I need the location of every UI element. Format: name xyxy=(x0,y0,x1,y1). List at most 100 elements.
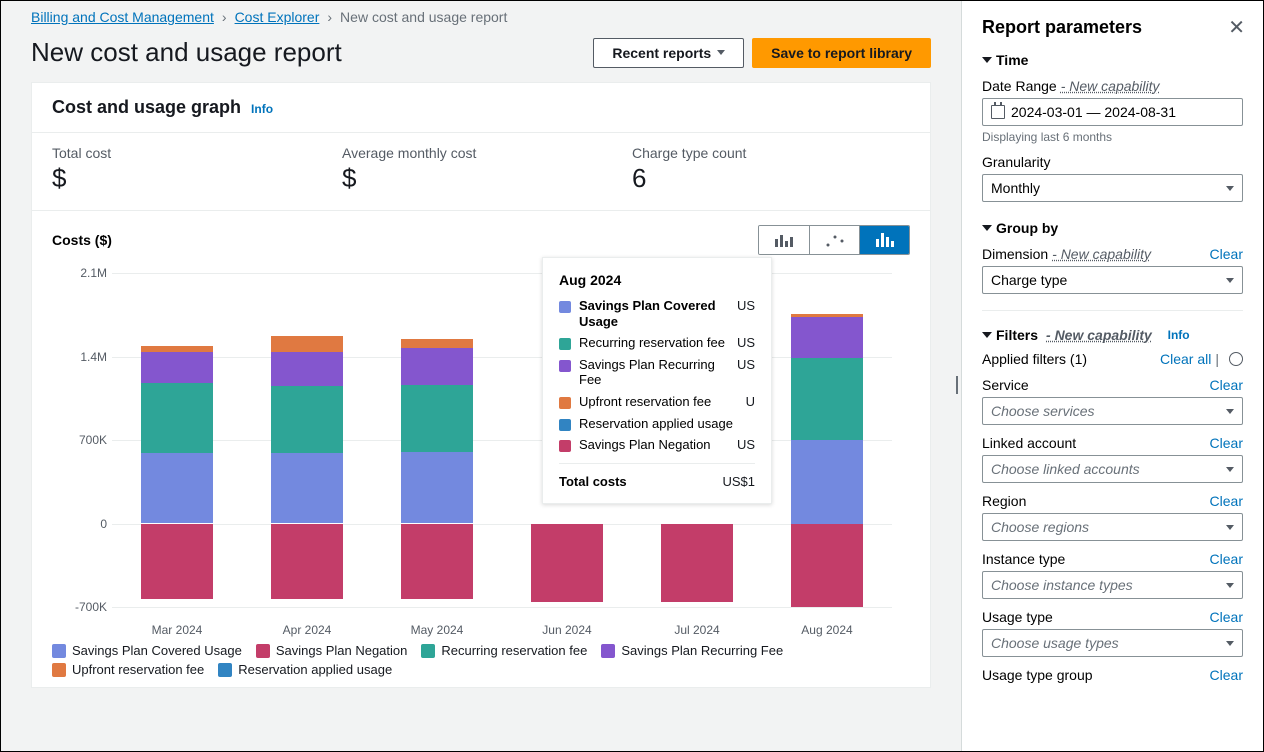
bar-segment xyxy=(791,524,863,608)
filter-select[interactable]: Choose regions xyxy=(982,513,1243,541)
legend-label: Savings Plan Covered Usage xyxy=(72,643,242,658)
filter-clear-link[interactable]: Clear xyxy=(1210,609,1243,625)
bar-column[interactable] xyxy=(372,273,502,607)
filter-clear-link[interactable]: Clear xyxy=(1210,667,1243,683)
breadcrumb-root-link[interactable]: Billing and Cost Management xyxy=(31,9,214,25)
chart-plot[interactable]: Aug 2024 Savings Plan Covered UsageUSRec… xyxy=(52,257,892,637)
x-tick-label: Jul 2024 xyxy=(632,623,762,637)
new-capability-badge: - New capability xyxy=(1052,246,1151,262)
dimension-label: Dimension xyxy=(982,246,1048,262)
filter-select[interactable]: Choose usage types xyxy=(982,629,1243,657)
breadcrumb-mid-link[interactable]: Cost Explorer xyxy=(235,9,320,25)
page-title: New cost and usage report xyxy=(31,37,593,68)
group-by-section-toggle[interactable]: Group by xyxy=(982,220,1243,236)
bar-segment xyxy=(791,358,863,440)
bar-column[interactable] xyxy=(112,273,242,607)
swatch-icon xyxy=(421,644,435,658)
caret-down-icon xyxy=(1226,525,1234,530)
tooltip-row-label: Reservation applied usage xyxy=(579,416,747,432)
stacked-bar-button[interactable] xyxy=(859,226,909,254)
swatch-icon xyxy=(256,644,270,658)
bar-segment xyxy=(271,524,343,599)
legend-label: Upfront reservation fee xyxy=(72,662,204,677)
legend-label: Savings Plan Negation xyxy=(276,643,408,658)
swatch-icon xyxy=(559,419,571,431)
swatch-icon xyxy=(559,397,571,409)
new-capability-badge: - New capability xyxy=(1046,327,1152,343)
bar-segment xyxy=(531,524,603,603)
swatch-icon xyxy=(52,663,66,677)
date-range-input[interactable]: 2024-03-01 — 2024-08-31 xyxy=(982,98,1243,126)
line-chart-button[interactable] xyxy=(809,226,859,254)
filter-clear-link[interactable]: Clear xyxy=(1210,493,1243,509)
bar-chart-button[interactable] xyxy=(759,226,809,254)
chart-tooltip: Aug 2024 Savings Plan Covered UsageUSRec… xyxy=(542,257,772,504)
tooltip-row-value: US xyxy=(737,437,755,452)
bar-segment xyxy=(401,385,473,452)
bar-segment xyxy=(791,314,863,318)
tooltip-row-value: U xyxy=(746,394,755,409)
dimension-select[interactable]: Charge type xyxy=(982,266,1243,294)
date-range-label: Date Range xyxy=(982,78,1057,94)
filter-clear-link[interactable]: Clear xyxy=(1210,551,1243,567)
bar-segment xyxy=(141,524,213,599)
recent-reports-button[interactable]: Recent reports xyxy=(593,38,744,68)
filter-select[interactable]: Choose services xyxy=(982,397,1243,425)
swatch-icon xyxy=(218,663,232,677)
bar-segment xyxy=(271,386,343,453)
time-section-toggle[interactable]: Time xyxy=(982,52,1243,68)
y-tick-label: 1.4M xyxy=(52,350,107,364)
gear-icon[interactable] xyxy=(1229,352,1243,366)
legend-item[interactable]: Upfront reservation fee xyxy=(52,662,204,677)
kpi-label: Charge type count xyxy=(632,145,882,161)
filters-info-link[interactable]: Info xyxy=(1168,328,1190,342)
bar-column[interactable] xyxy=(242,273,372,607)
legend-item[interactable]: Savings Plan Recurring Fee xyxy=(601,643,783,658)
legend-item[interactable]: Savings Plan Covered Usage xyxy=(52,643,242,658)
save-to-library-button[interactable]: Save to report library xyxy=(752,38,931,68)
date-range-hint: Displaying last 6 months xyxy=(982,130,1243,144)
breadcrumb: Billing and Cost Management › Cost Explo… xyxy=(1,1,961,33)
tooltip-row-label: Savings Plan Covered Usage xyxy=(579,298,729,329)
report-parameters-panel: Report parameters ✕ Time Date Range - Ne… xyxy=(961,1,1263,751)
caret-down-icon xyxy=(717,50,725,55)
card-title: Cost and usage graph xyxy=(52,97,241,118)
kpi-label: Average monthly cost xyxy=(342,145,592,161)
clear-all-link[interactable]: Clear all xyxy=(1160,351,1211,367)
y-tick-label: 2.1M xyxy=(52,266,107,280)
bar-column[interactable] xyxy=(762,273,892,607)
granularity-select[interactable]: Monthly xyxy=(982,174,1243,202)
tooltip-row: Recurring reservation feeUS xyxy=(559,335,755,351)
close-icon[interactable]: ✕ xyxy=(1228,15,1245,40)
info-link[interactable]: Info xyxy=(251,102,273,116)
chart-y-title: Costs ($) xyxy=(52,232,112,248)
tooltip-total-label: Total costs xyxy=(559,474,627,489)
filter-clear-link[interactable]: Clear xyxy=(1210,435,1243,451)
x-tick-label: Jun 2024 xyxy=(502,623,632,637)
swatch-icon xyxy=(559,360,571,372)
bar-segment xyxy=(141,352,213,383)
legend-label: Recurring reservation fee xyxy=(441,643,587,658)
tooltip-row: Savings Plan NegationUS xyxy=(559,437,755,453)
filter-label: Region xyxy=(982,493,1026,509)
kpi-value: $ xyxy=(52,163,302,194)
caret-down-icon xyxy=(1226,641,1234,646)
filter-select[interactable]: Choose instance types xyxy=(982,571,1243,599)
filter-label: Linked account xyxy=(982,435,1076,451)
kpi-value: $ xyxy=(342,163,592,194)
filter-select[interactable]: Choose linked accounts xyxy=(982,455,1243,483)
legend-item[interactable]: Savings Plan Negation xyxy=(256,643,408,658)
filter-label: Service xyxy=(982,377,1029,393)
tooltip-row-label: Upfront reservation fee xyxy=(579,394,738,410)
tooltip-row-value: US xyxy=(737,298,755,313)
filter-clear-link[interactable]: Clear xyxy=(1210,377,1243,393)
filters-section-toggle[interactable]: Filters - New capability Info xyxy=(982,327,1243,343)
legend-item[interactable]: Reservation applied usage xyxy=(218,662,392,677)
legend-label: Reservation applied usage xyxy=(238,662,392,677)
caret-down-icon xyxy=(1226,278,1234,283)
bar-segment xyxy=(271,336,343,352)
dimension-clear-link[interactable]: Clear xyxy=(1210,246,1243,262)
tooltip-row: Savings Plan Recurring FeeUS xyxy=(559,357,755,388)
legend-item[interactable]: Recurring reservation fee xyxy=(421,643,587,658)
swatch-icon xyxy=(559,338,571,350)
